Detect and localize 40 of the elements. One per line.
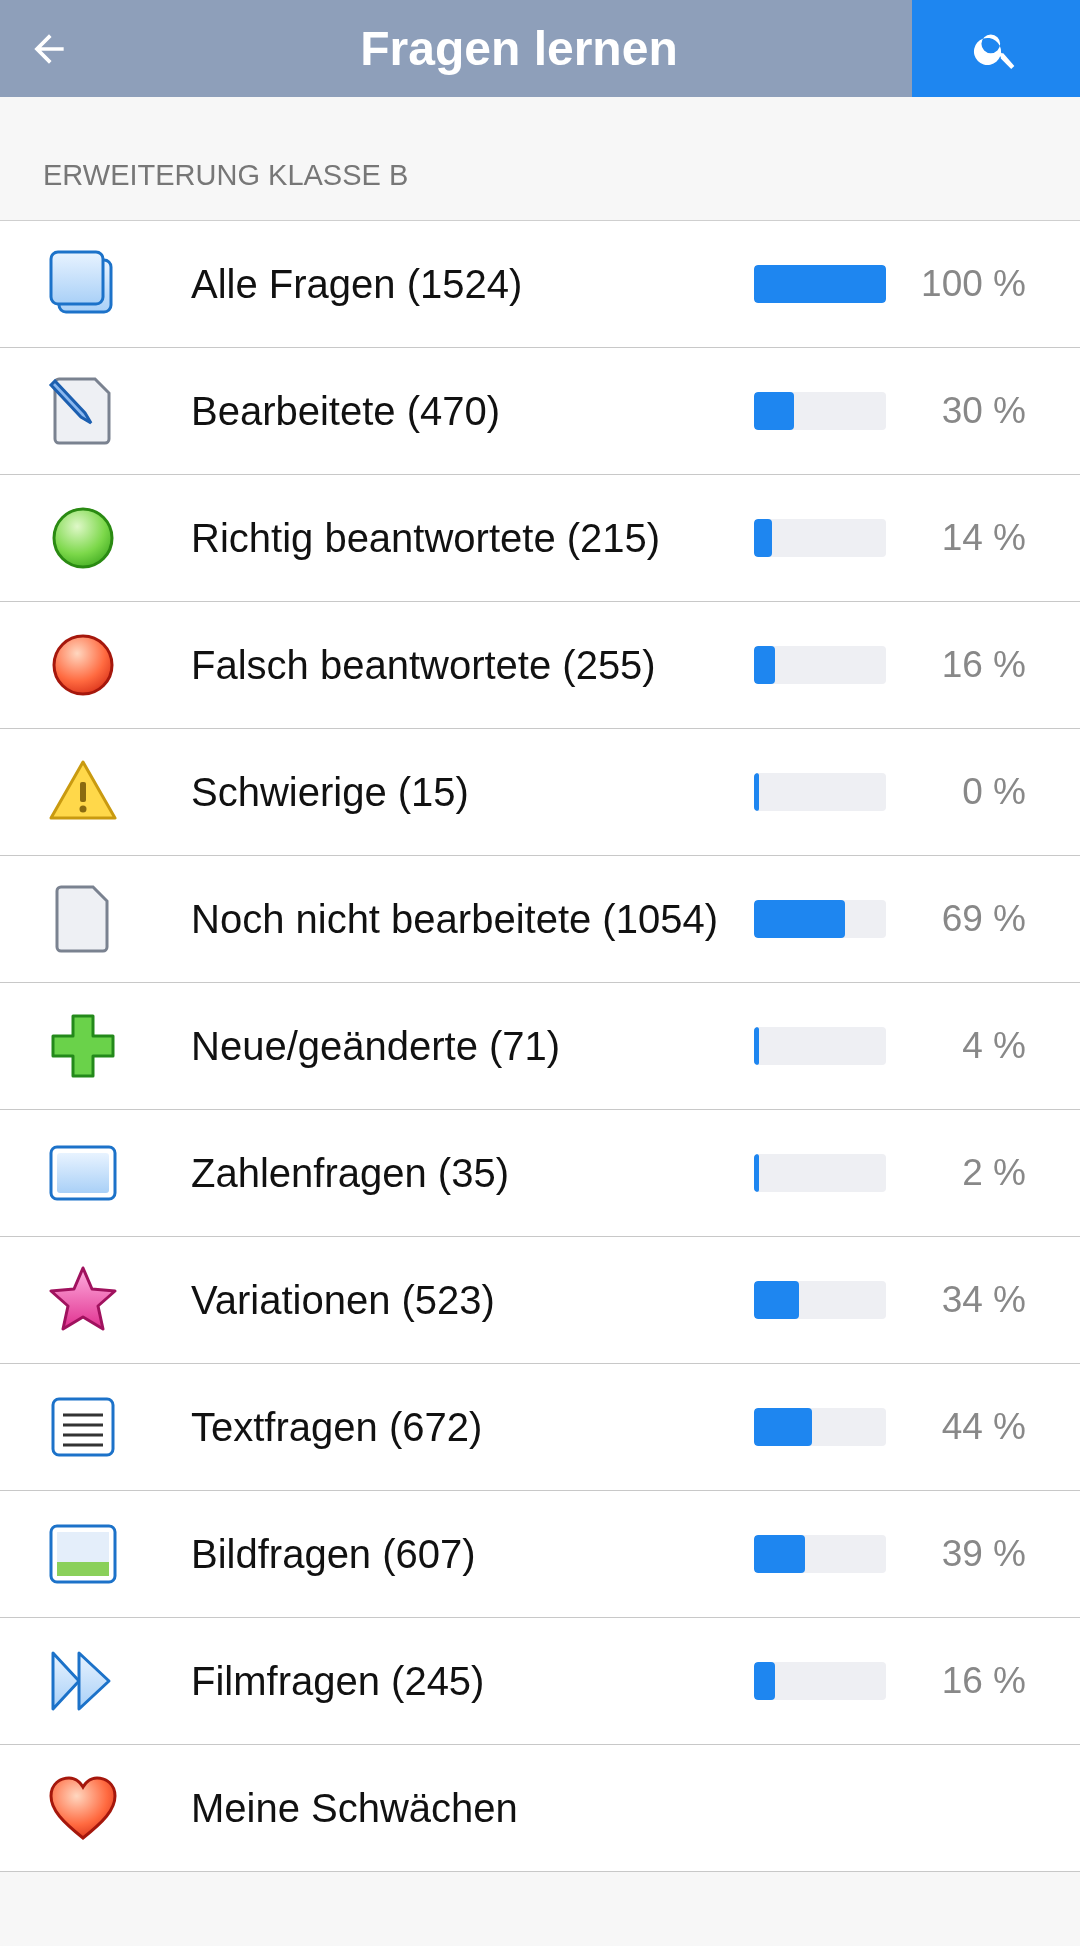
percentage: 16 % <box>940 644 1026 686</box>
list-item[interactable]: Schwierige (15) 0 % <box>0 729 1080 856</box>
item-label: Noch nicht bearbeitete (1054) <box>191 896 719 942</box>
list-item[interactable]: Neue/geänderte (71) 4 % <box>0 983 1080 1110</box>
percentage: 44 % <box>940 1406 1026 1448</box>
item-label: Meine Schwächen <box>191 1785 519 1831</box>
list-item[interactable]: Bearbeitete (470) 30 % <box>0 348 1080 475</box>
percentage: 14 % <box>940 517 1026 559</box>
item-label: Bildfragen (607) <box>191 1531 477 1577</box>
search-button[interactable] <box>912 0 1080 97</box>
percentage: 34 % <box>940 1279 1026 1321</box>
percentage: 4 % <box>961 1025 1026 1067</box>
list-item[interactable]: Variationen (523) 34 % <box>0 1237 1080 1364</box>
item-label: Zahlenfragen (35) <box>191 1150 510 1196</box>
list-item[interactable]: Noch nicht bearbeitete (1054) 69 % <box>0 856 1080 983</box>
percentage: 2 % <box>961 1152 1026 1194</box>
percentage: 100 % <box>920 263 1026 305</box>
item-label: Filmfragen (245) <box>191 1658 486 1704</box>
percentage: 30 % <box>940 390 1026 432</box>
item-label: Falsch beantwortete (255) <box>191 642 657 688</box>
list-item[interactable]: Textfragen (672) 44 % <box>0 1364 1080 1491</box>
item-label: Neue/geänderte (71) <box>191 1023 562 1069</box>
list-item[interactable]: Zahlenfragen (35) 2 % <box>0 1110 1080 1237</box>
percentage: 39 % <box>940 1533 1026 1575</box>
list-item[interactable]: Alle Fragen (1524) 100 % <box>0 221 1080 348</box>
item-label: Schwierige (15) <box>191 769 470 815</box>
item-label: Richtig beantwortete (215) <box>191 515 662 561</box>
list-item[interactable]: Meine Schwächen <box>0 1745 1080 1872</box>
item-label: Bearbeitete (470) <box>191 388 502 434</box>
percentage: 69 % <box>940 898 1026 940</box>
list-item[interactable]: Falsch beantwortete (255) 16 % <box>0 602 1080 729</box>
list-item[interactable]: Filmfragen (245) 16 % <box>0 1618 1080 1745</box>
screen-title: Fragen lernen <box>359 21 679 76</box>
item-label: Variationen (523) <box>191 1277 496 1323</box>
percentage: 0 % <box>961 771 1026 813</box>
item-label: Alle Fragen (1524) <box>191 261 524 307</box>
percentage: 16 % <box>940 1660 1026 1702</box>
list-item[interactable]: Richtig beantwortete (215) 14 % <box>0 475 1080 602</box>
list-item[interactable]: Bildfragen (607) 39 % <box>0 1491 1080 1618</box>
item-label: Textfragen (672) <box>191 1404 484 1450</box>
